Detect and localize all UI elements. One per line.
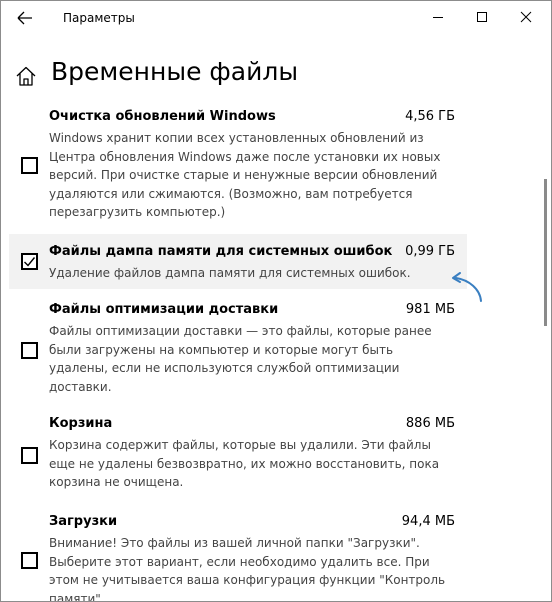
home-icon [16,66,36,86]
description-line: доставки. [49,379,112,394]
description-line: памяти". [49,591,105,602]
temp-file-item[interactable]: Очистка обновлений Windows 4,56 ГБ Windows… [9,105,467,225]
item-checkbox[interactable] [21,552,38,569]
description-line: Windows хранит копии всех установленных … [49,131,424,145]
item-checkbox[interactable] [21,342,38,359]
item-checkbox[interactable] [21,157,38,174]
item-description: Корзина содержит файлы, которые вы удали… [49,436,459,492]
item-size: 0,99 ГБ [405,244,455,259]
item-title: Корзина [49,416,113,431]
description-line: были загружены на компьютер и которые мо… [49,342,394,357]
temp-file-item[interactable]: Загрузки 94,4 МБ Внимание! Это файлы из ва… [9,508,467,602]
item-description: Windows хранит копии всех установленных … [49,129,459,222]
description-line: Удаление файлов дампа памяти для системн… [49,266,411,280]
temp-file-item[interactable]: Корзина 886 МБ Корзина содержит файлы, кот… [9,410,467,494]
back-button[interactable] [15,8,37,28]
description-line: корзина не очищена. [49,475,184,489]
title-bar: Параметры [1,1,551,35]
maximize-icon [477,12,487,22]
item-checkbox[interactable] [21,253,38,270]
description-line: удалены, если не используются службой оп… [49,361,400,375]
page-title: Временные файлы [51,57,299,86]
description-line: Центра обновления Windows даже после уст… [49,149,441,164]
window-title: Параметры [63,11,135,25]
item-description: Удаление файлов дампа памяти для системн… [49,264,459,283]
description-line: Файлы оптимизации доставки — это файлы, … [49,324,432,338]
description-line: еще не удалены безвозвратно, их можно во… [49,456,440,471]
description-line: версий. При очистке старые и ненужные ве… [49,168,438,182]
home-button[interactable] [15,65,37,87]
description-line: удаляются или сжимаются. (Возможно, вам … [49,186,413,201]
temp-file-item[interactable]: Файлы оптимизации доставки 981 МБ Файлы оп… [9,296,467,398]
scrollbar-thumb[interactable] [544,179,547,326]
description-line: Внимание! Это файлы из вашей личной папк… [49,536,420,550]
minimize-button[interactable] [423,5,453,29]
checkmark-icon [24,257,36,267]
maximize-button[interactable] [467,5,497,29]
item-description: Внимание! Это файлы из вашей личной папк… [49,534,459,602]
annotation-arrow [452,272,482,302]
close-icon [520,11,532,23]
item-checkbox[interactable] [21,447,38,464]
item-title: Очистка обновлений Windows [49,109,276,124]
description-line: перезагрузить компьютер.) [49,205,226,219]
item-description: Файлы оптимизации доставки — это файлы, … [49,322,459,396]
item-title: Файлы оптимизации доставки [49,302,279,317]
description-line: Выберите этот вариант, если необходимо у… [49,554,430,569]
settings-window: Параметры Временные файлы Очистка обновл… [0,0,552,602]
description-line: Корзина содержит файлы, которые вы удали… [49,438,431,452]
item-title: Файлы дампа памяти для системных ошибок [49,244,393,259]
close-button[interactable] [511,5,541,29]
item-size: 886 МБ [405,416,455,431]
back-arrow-icon [17,11,32,25]
item-title: Загрузки [49,514,118,529]
item-size: 94,4 МБ [401,514,455,529]
description-line: этом не учитывается ваша конфигурация фу… [49,573,446,587]
temp-file-item[interactable]: Файлы дампа памяти для системных ошибок 0… [9,234,467,289]
item-size: 4,56 ГБ [405,109,455,124]
minimize-icon [433,17,443,18]
